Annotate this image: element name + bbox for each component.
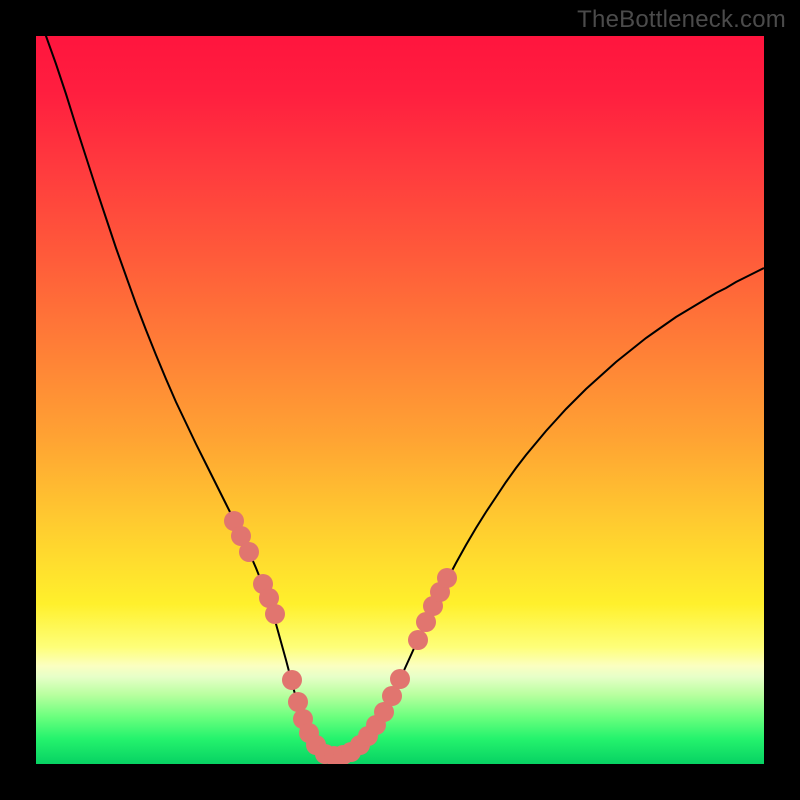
watermark-text: TheBottleneck.com <box>577 6 786 34</box>
gradient-background <box>36 36 764 764</box>
chart-frame: TheBottleneck.com <box>0 0 800 800</box>
plot-area <box>36 36 764 764</box>
